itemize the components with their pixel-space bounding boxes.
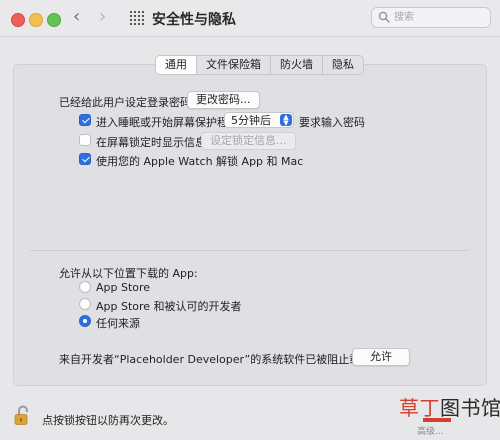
minimize-window-button[interactable] <box>29 13 43 27</box>
change-password-button[interactable]: 更改密码... <box>187 91 260 109</box>
apple-watch-unlock-label: 使用您的 Apple Watch 解锁 App 和 Mac <box>96 155 304 168</box>
close-window-button[interactable] <box>11 13 25 27</box>
radio-anywhere-label: 任何来源 <box>96 317 140 330</box>
segmented-tab-bar: 通用 文件保险箱 防火墙 隐私 <box>155 55 364 75</box>
watermark-underline <box>423 418 451 422</box>
radio-identified-developers[interactable] <box>79 298 91 310</box>
section-divider <box>30 250 469 251</box>
search-icon <box>378 11 390 23</box>
title-bar: ‹ › 安全性与隐私 <box>0 0 500 37</box>
require-password-checkbox[interactable] <box>79 114 91 126</box>
require-password-suffix: 要求输入密码 <box>299 116 365 129</box>
password-delay-select[interactable]: 5分钟后 ▲ ▼ <box>224 112 294 128</box>
apple-watch-unlock-checkbox[interactable] <box>79 153 91 165</box>
allow-button[interactable]: 允许 <box>352 348 410 366</box>
lock-hint-text: 点按锁按钮以防再次更改。 <box>42 414 174 427</box>
advanced-button-partial[interactable]: 高级... <box>417 424 444 437</box>
tab-filevault[interactable]: 文件保险箱 <box>197 56 271 74</box>
show-all-grid-icon[interactable] <box>130 11 144 25</box>
radio-anywhere[interactable] <box>79 315 91 327</box>
set-lock-message-button[interactable]: 设定锁定信息... <box>201 132 296 150</box>
password-delay-value: 5分钟后 <box>231 114 271 127</box>
watermark-logo: 草丁图书馆 高级... <box>399 392 500 438</box>
chevron-updown-icon: ▲ ▼ <box>280 114 292 127</box>
search-field[interactable] <box>371 7 491 28</box>
tab-general[interactable]: 通用 <box>156 56 197 74</box>
radio-app-store-label: App Store <box>96 281 151 294</box>
tab-firewall[interactable]: 防火墙 <box>271 56 323 74</box>
show-lock-message-checkbox[interactable] <box>79 134 91 146</box>
zoom-window-button[interactable] <box>47 13 61 27</box>
require-password-label: 进入睡眠或开始屏幕保护程序 <box>96 116 239 129</box>
unlocked-padlock-icon[interactable] <box>14 404 32 426</box>
radio-app-store[interactable] <box>79 281 91 293</box>
window-title: 安全性与隐私 <box>152 12 236 28</box>
download-source-heading: 允许从以下位置下载的 App: <box>59 267 198 280</box>
search-input[interactable] <box>394 10 486 25</box>
password-set-label: 已经给此用户设定登录密码 <box>59 96 191 109</box>
radio-identified-developers-label: App Store 和被认可的开发者 <box>96 300 242 313</box>
blocked-software-message: 来自开发者“Placeholder Developer”的系统软件已被阻止载入。 <box>59 353 383 366</box>
back-chevron-icon[interactable]: ‹ <box>73 8 80 26</box>
tab-privacy[interactable]: 隐私 <box>323 56 363 74</box>
show-lock-message-label: 在屏幕锁定时显示信息 <box>96 136 206 149</box>
forward-chevron-icon[interactable]: › <box>99 8 106 26</box>
watermark-text: 草丁图书馆 <box>399 396 500 420</box>
